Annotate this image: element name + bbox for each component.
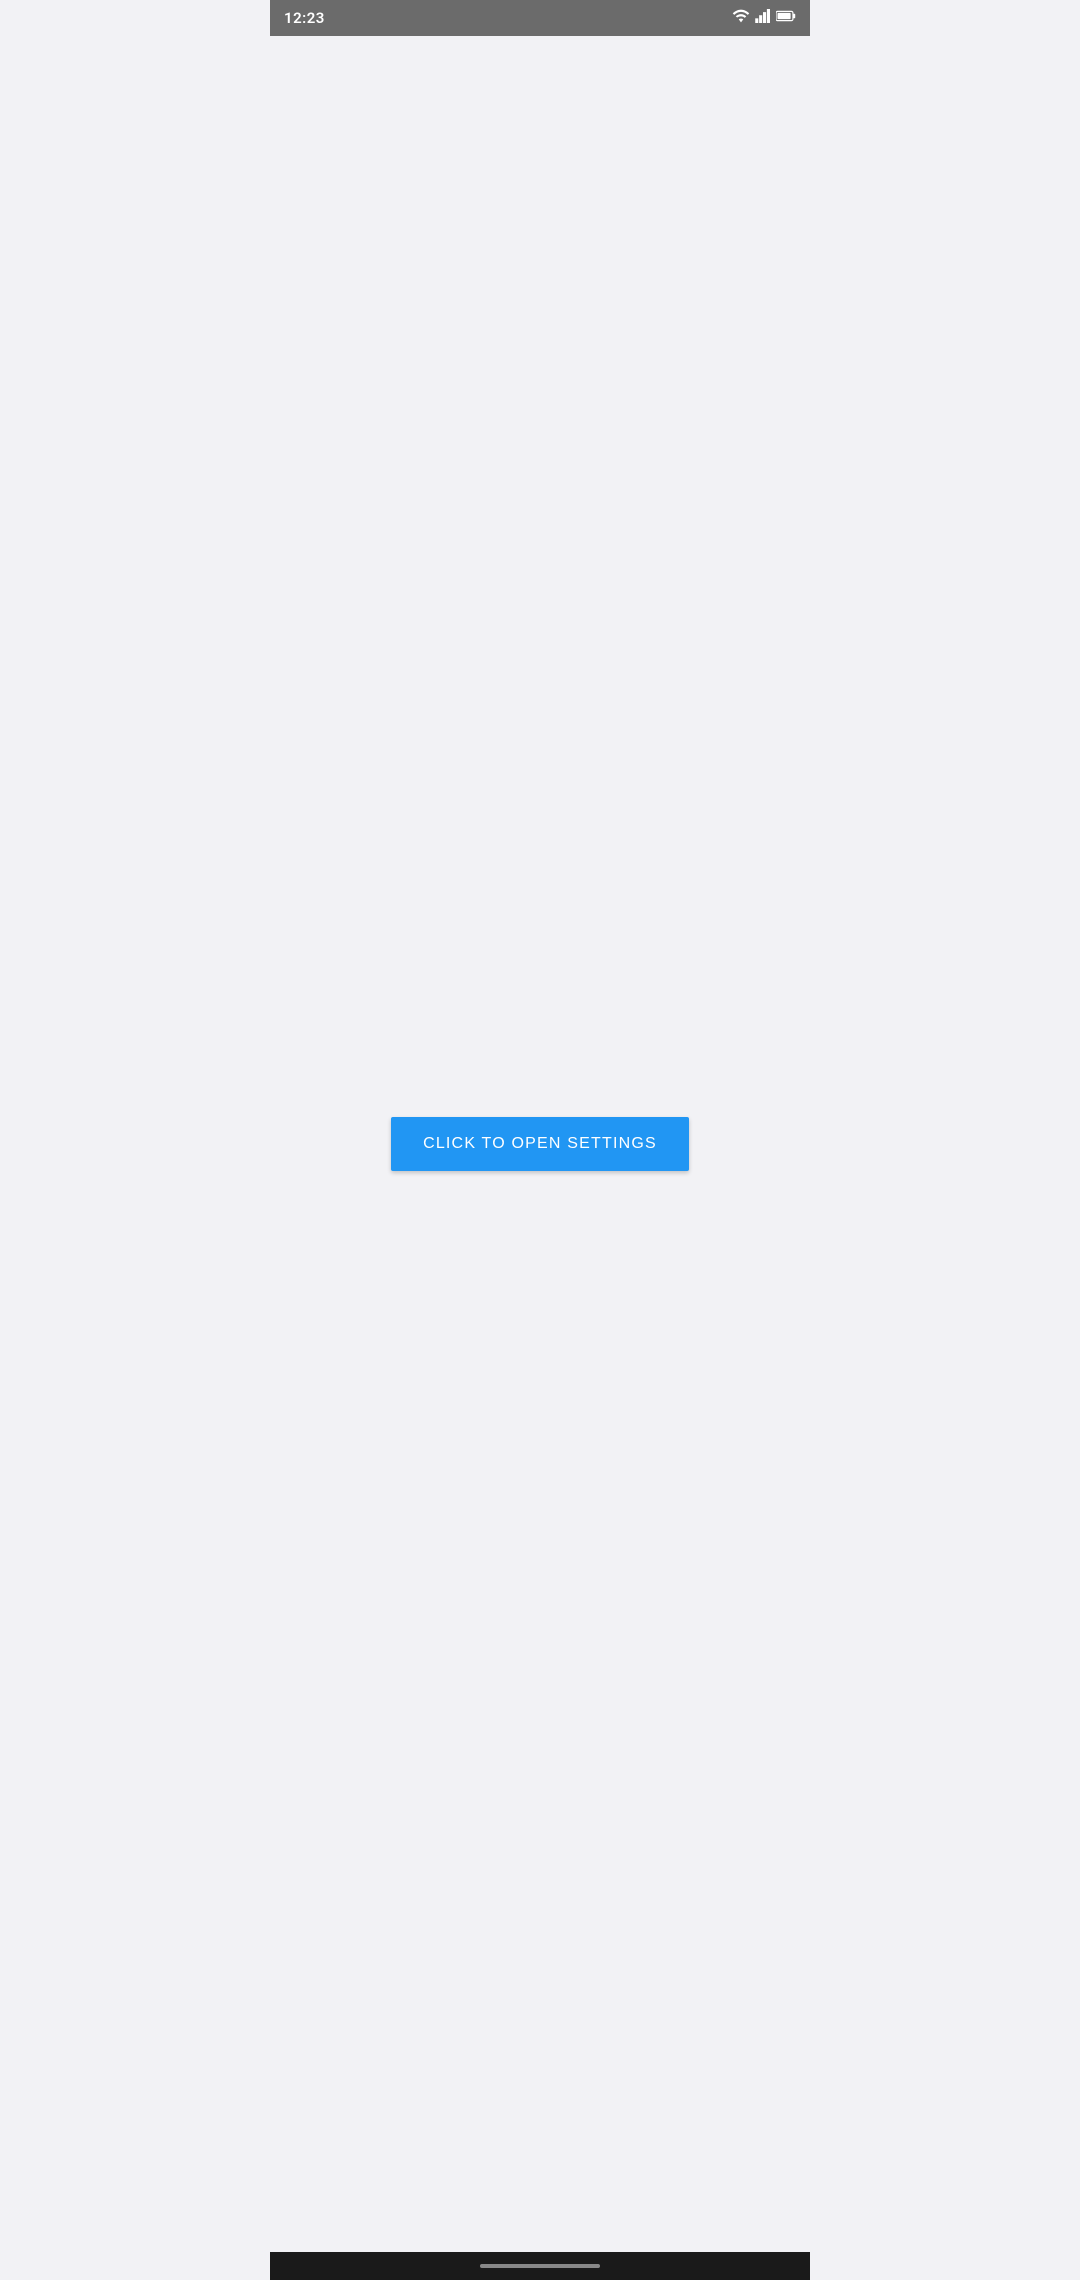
nav-bar — [270, 2252, 810, 2280]
status-time: 12:23 — [284, 9, 325, 27]
open-settings-button[interactable]: CLICK TO OPEN SETTINGS — [391, 1117, 689, 1171]
signal-icon — [755, 9, 771, 27]
wifi-icon — [732, 9, 750, 27]
status-icons — [732, 9, 796, 27]
status-bar: 12:23 — [270, 0, 810, 36]
nav-pill — [480, 2264, 600, 2268]
battery-icon — [776, 9, 796, 27]
main-content: CLICK TO OPEN SETTINGS — [270, 36, 810, 2252]
